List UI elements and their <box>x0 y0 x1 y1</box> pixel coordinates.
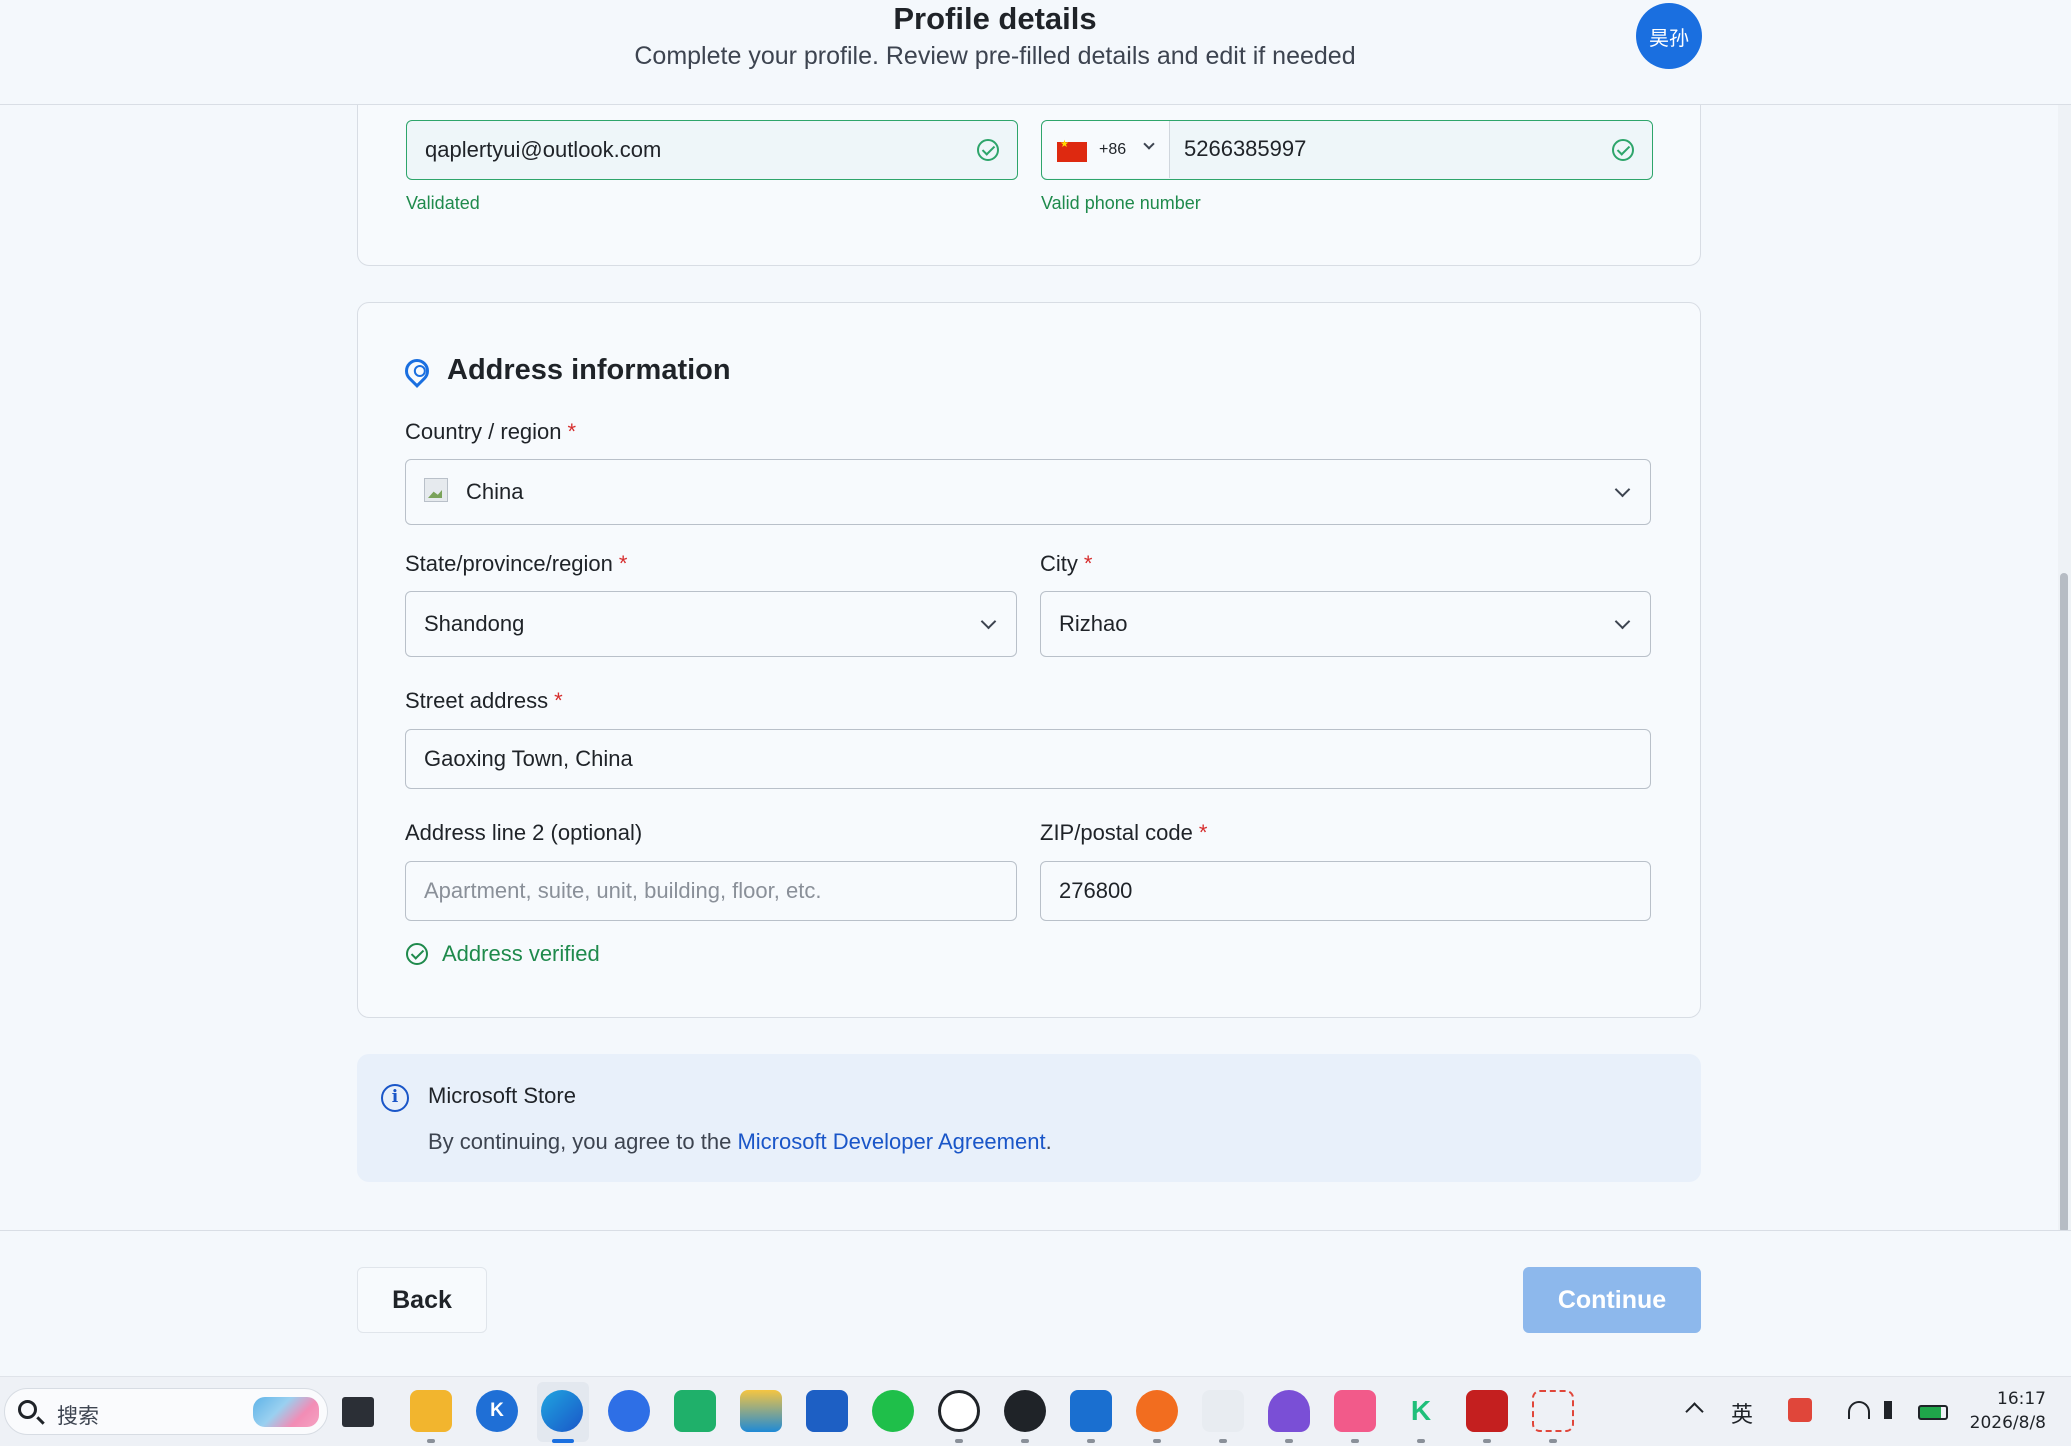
phone-country-code-select[interactable]: +86 <box>1042 121 1170 178</box>
phone-valid-check-icon <box>1612 139 1634 161</box>
zip-label: ZIP/postal code * <box>1040 820 1208 845</box>
store-notice: i Microsoft Store By continuing, you agr… <box>357 1054 1701 1182</box>
back-button[interactable]: Back <box>357 1267 487 1333</box>
city-select[interactable]: Rizhao <box>1040 591 1651 657</box>
running-indicator <box>1417 1439 1425 1443</box>
notice-text: By continuing, you agree to the Microsof… <box>428 1129 1052 1154</box>
city-value: Rizhao <box>1059 611 1128 636</box>
china-flag-icon <box>1057 139 1087 162</box>
bilibili-icon[interactable] <box>1334 1390 1376 1432</box>
edge-browser-icon[interactable] <box>541 1390 583 1432</box>
task-view-icon[interactable] <box>342 1397 374 1427</box>
running-indicator <box>955 1439 963 1443</box>
wifi-icon[interactable] <box>1848 1401 1870 1419</box>
street-address-input[interactable]: Gaoxing Town, China <box>405 729 1651 789</box>
messaging-app-icon[interactable] <box>674 1390 716 1432</box>
running-indicator <box>1087 1439 1095 1443</box>
k-green-app-icon[interactable]: K <box>1400 1390 1442 1432</box>
taskbar-search-placeholder: 搜索 <box>57 1404 99 1428</box>
scrollbar-thumb[interactable] <box>2060 573 2068 1233</box>
address-section-title: Address information <box>447 354 731 386</box>
clock-date[interactable]: 2026/8/8 <box>1960 1413 2046 1433</box>
street-label: Street address * <box>405 688 563 713</box>
phone-field[interactable]: +86 5266385997 <box>1041 120 1653 180</box>
form-footer: Back Continue <box>0 1230 2071 1370</box>
windows-taskbar: 搜索 K K 英 16:17 2026/8/8 <box>0 1376 2071 1446</box>
state-label: State/province/region * <box>405 551 628 576</box>
running-indicator <box>1021 1439 1029 1443</box>
chevron-down-icon <box>1614 481 1631 498</box>
search-highlight-image <box>253 1397 319 1427</box>
snipping-tool-icon[interactable] <box>1532 1390 1574 1432</box>
clock-time[interactable]: 16:17 <box>1960 1389 2046 1409</box>
running-indicator <box>1219 1439 1227 1443</box>
country-flag-image <box>424 478 448 502</box>
email-field[interactable]: qaplertyui@outlook.com <box>406 120 1018 180</box>
file-explorer-icon[interactable] <box>410 1390 452 1432</box>
battery-icon[interactable] <box>1918 1405 1948 1420</box>
phone-status: Valid phone number <box>1041 193 1201 213</box>
search-icon <box>18 1400 37 1419</box>
orange-app-icon[interactable] <box>1136 1390 1178 1432</box>
email-value: qaplertyui@outlook.com <box>425 137 662 162</box>
weather-app-icon[interactable] <box>740 1390 782 1432</box>
qq-icon[interactable] <box>1004 1390 1046 1432</box>
developer-agreement-link[interactable]: Microsoft Developer Agreement <box>737 1129 1045 1154</box>
city-label: City * <box>1040 551 1093 576</box>
running-indicator <box>1351 1439 1359 1443</box>
state-select[interactable]: Shandong <box>405 591 1017 657</box>
email-status: Validated <box>406 193 480 213</box>
info-icon: i <box>381 1084 409 1112</box>
notice-title: Microsoft Store <box>428 1083 576 1108</box>
active-indicator <box>552 1439 574 1443</box>
address-verified-text: Address verified <box>442 941 600 966</box>
user-avatar[interactable]: 昊孙 <box>1636 3 1702 69</box>
outlook-icon[interactable] <box>1070 1390 1112 1432</box>
running-indicator <box>1285 1439 1293 1443</box>
state-value: Shandong <box>424 611 525 636</box>
sogou-input-icon[interactable] <box>1788 1398 1812 1422</box>
check-circle-icon <box>406 943 428 965</box>
chevron-down-icon <box>980 613 997 630</box>
address-line2-placeholder: Apartment, suite, unit, building, floor,… <box>424 878 822 903</box>
running-indicator <box>1153 1439 1161 1443</box>
python-file-icon[interactable] <box>1202 1390 1244 1432</box>
ime-indicator[interactable]: 英 <box>1731 1397 1753 1429</box>
checkbox-app-icon[interactable] <box>1466 1390 1508 1432</box>
page-header: Profile details Complete your profile. R… <box>0 0 2071 105</box>
chat-bubble-app-icon[interactable] <box>608 1390 650 1432</box>
country-select[interactable]: China <box>405 459 1651 525</box>
chevron-up-icon[interactable] <box>1685 1402 1704 1421</box>
running-indicator <box>1483 1439 1491 1443</box>
wechat-icon[interactable] <box>872 1390 914 1432</box>
crystal-app-icon[interactable] <box>1268 1390 1310 1432</box>
chevron-down-icon <box>1143 138 1155 150</box>
volume-icon[interactable] <box>1884 1401 1898 1419</box>
street-value: Gaoxing Town, China <box>424 746 633 771</box>
address-line2-label: Address line 2 (optional) <box>405 820 643 845</box>
continue-button[interactable]: Continue <box>1523 1267 1701 1333</box>
taskbar-search[interactable]: 搜索 <box>4 1388 328 1435</box>
k-app-icon[interactable]: K <box>476 1390 518 1432</box>
chevron-down-icon <box>1614 613 1631 630</box>
country-label: Country / region * <box>405 419 577 444</box>
phone-value: 5266385997 <box>1184 136 1307 161</box>
phone-prefix-value: +86 <box>1099 141 1127 158</box>
zip-value: 276800 <box>1059 878 1133 903</box>
email-valid-check-icon <box>977 139 999 161</box>
chatgpt-icon[interactable] <box>938 1390 980 1432</box>
address-line2-input[interactable]: Apartment, suite, unit, building, floor,… <box>405 861 1017 921</box>
running-indicator <box>427 1439 435 1443</box>
microsoft-store-icon[interactable] <box>806 1390 848 1432</box>
running-indicator <box>1549 1439 1557 1443</box>
country-value: China <box>466 479 524 504</box>
zip-input[interactable]: 276800 <box>1040 861 1651 921</box>
